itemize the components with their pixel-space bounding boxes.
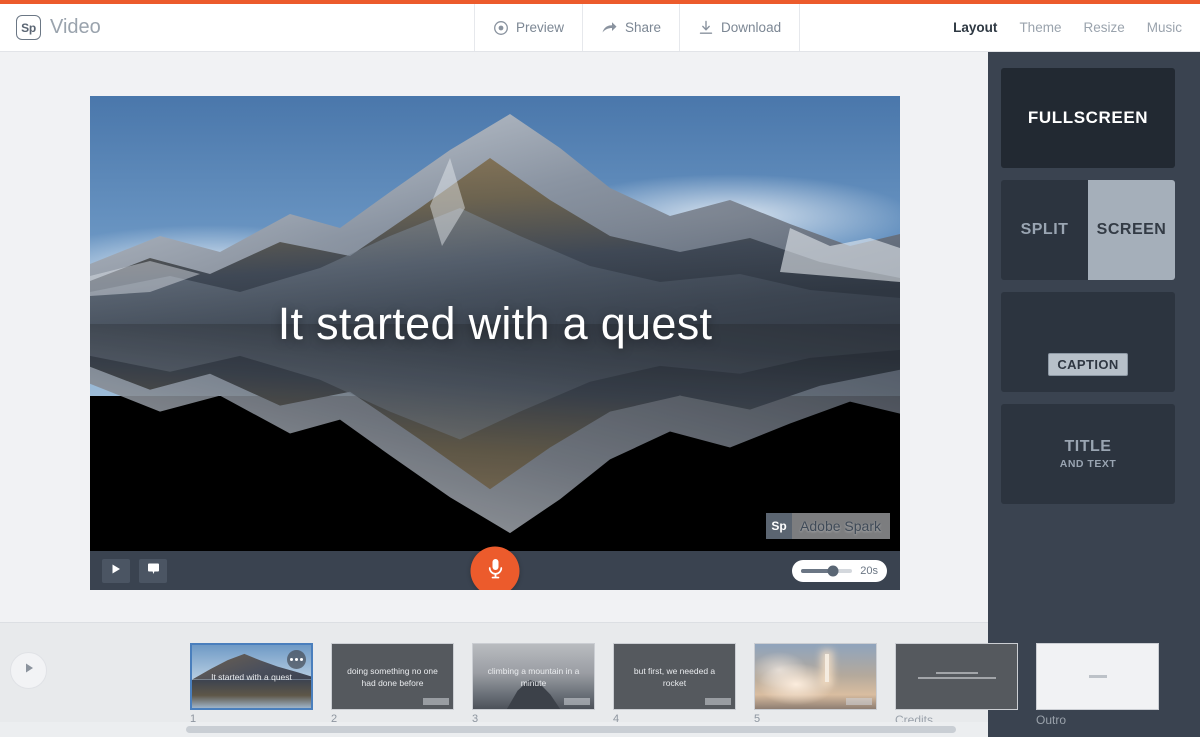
layout-caption-label: CAPTION: [1048, 353, 1127, 376]
slide-watermark-icon: [705, 698, 731, 705]
slide-duration-slider[interactable]: 20s: [792, 560, 887, 582]
filmstrip-play-button[interactable]: [10, 652, 47, 689]
slide-watermark-icon: [423, 698, 449, 705]
slide-photo-mountain: [90, 96, 900, 324]
tab-music[interactable]: Music: [1147, 20, 1182, 35]
filmstrip: + It started with a quest 1 doing someth…: [0, 622, 988, 737]
caption-button[interactable]: [139, 559, 167, 583]
header-actions: Preview Share Download: [474, 4, 800, 51]
download-icon: [698, 20, 714, 36]
play-icon: [110, 562, 122, 580]
tab-theme[interactable]: Theme: [1019, 20, 1061, 35]
slide-thumbnail[interactable]: [895, 643, 1018, 710]
spark-logo-icon: Sp: [16, 15, 41, 40]
share-label: Share: [625, 20, 661, 35]
credits-placeholder-lines: [918, 672, 996, 682]
duration-track[interactable]: [801, 569, 852, 573]
slide-caption: climbing a mountain in a minute: [473, 665, 594, 689]
layout-option-split-screen[interactable]: SPLIT SCREEN: [1001, 180, 1175, 280]
brand[interactable]: Sp Video: [0, 4, 101, 51]
slide-thumbnail[interactable]: but first, we needed a rocket: [613, 643, 736, 710]
slide-thumbnail[interactable]: It started with a quest: [190, 643, 313, 710]
header-tabs: Layout Theme Resize Music: [953, 4, 1182, 51]
tab-layout[interactable]: Layout: [953, 20, 997, 35]
preview-button[interactable]: Preview: [474, 4, 582, 51]
slide-watermark-icon: [564, 698, 590, 705]
slide-watermark-icon: [846, 698, 872, 705]
slide-thumbnail[interactable]: doing something no one had done before: [331, 643, 454, 710]
slide-caption: doing something no one had done before: [332, 665, 453, 689]
layout-option-fullscreen[interactable]: FULLSCREEN: [1001, 68, 1175, 168]
slide-item-outro[interactable]: Outro: [1036, 643, 1159, 727]
slide-item-2[interactable]: doing something no one had done before 2: [331, 643, 454, 727]
slide-item-3[interactable]: climbing a mountain in a minute 3: [472, 643, 595, 727]
spark-video-editor: Sp Video Preview Share Download: [0, 0, 1200, 737]
share-button[interactable]: Share: [582, 4, 679, 51]
eye-icon: [493, 20, 509, 36]
slide-item-1[interactable]: It started with a quest 1: [190, 643, 313, 727]
watermark: Sp Adobe Spark: [766, 513, 890, 539]
video-player: It started with a quest Sp Adobe Spark: [90, 96, 900, 590]
duration-knob[interactable]: [827, 565, 838, 576]
slide-menu-icon[interactable]: [287, 650, 306, 669]
watermark-badge-icon: Sp: [766, 513, 792, 539]
layout-title-sub-label: AND TEXT: [1060, 458, 1117, 470]
tab-resize[interactable]: Resize: [1083, 20, 1124, 35]
record-voice-button[interactable]: [471, 546, 520, 590]
editor-canvas: It started with a quest Sp Adobe Spark: [0, 52, 988, 622]
slide-item-5[interactable]: 5: [754, 643, 877, 727]
filmstrip-scrollbar[interactable]: [186, 726, 956, 733]
slide-item-4[interactable]: but first, we needed a rocket 4: [613, 643, 736, 727]
player-controls: 20s: [90, 551, 900, 590]
app-title: Video: [50, 16, 101, 39]
app-header: Sp Video Preview Share Download: [0, 4, 1200, 52]
slide-label: Outro: [1036, 713, 1159, 727]
preview-label: Preview: [516, 20, 564, 35]
layout-option-caption[interactable]: CAPTION: [1001, 292, 1175, 392]
layout-option-title-and-text[interactable]: TITLE AND TEXT: [1001, 404, 1175, 504]
slide-caption: It started with a quest: [199, 671, 304, 683]
layout-fullscreen-label: FULLSCREEN: [1028, 108, 1148, 128]
watermark-label: Adobe Spark: [792, 518, 881, 534]
slide-list: It started with a quest 1 doing somethin…: [190, 643, 1159, 727]
layout-split-right-label: SCREEN: [1088, 180, 1175, 280]
download-button[interactable]: Download: [679, 4, 800, 51]
play-button[interactable]: [102, 559, 130, 583]
slide-stage[interactable]: It started with a quest Sp Adobe Spark: [90, 96, 900, 551]
slide-caption: but first, we needed a rocket: [614, 665, 735, 689]
slide-thumbnail[interactable]: [1036, 643, 1159, 710]
layout-title-main-label: TITLE: [1065, 438, 1112, 456]
layout-split-left-label: SPLIT: [1001, 180, 1088, 280]
slide-thumbnail[interactable]: [754, 643, 877, 710]
slide-thumbnail[interactable]: climbing a mountain in a minute: [472, 643, 595, 710]
share-arrow-icon: [601, 20, 618, 36]
download-label: Download: [721, 20, 781, 35]
layout-panel: FULLSCREEN SPLIT SCREEN CAPTION TITLE AN…: [988, 52, 1200, 737]
caption-bubble-icon: [147, 562, 160, 580]
outro-placeholder-line: [1089, 675, 1107, 678]
duration-label: 20s: [860, 565, 878, 577]
slide-item-credits[interactable]: Credits: [895, 643, 1018, 727]
microphone-icon: [485, 556, 505, 585]
play-icon: [22, 661, 36, 680]
